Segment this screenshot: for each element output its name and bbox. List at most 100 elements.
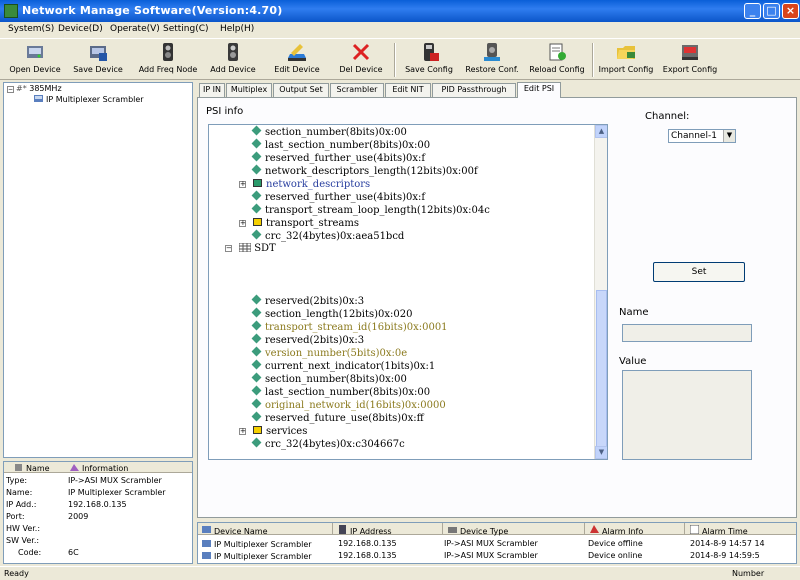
leaf-icon (251, 398, 262, 409)
tree-leaf[interactable]: reserved_further_use(4bits)0x:f (251, 151, 425, 165)
name-label: Name (619, 307, 649, 318)
props-header-info: Information (70, 463, 128, 473)
tree-leaf[interactable]: last_section_number(8bits)0x:00 (251, 385, 430, 399)
value-field[interactable] (622, 370, 752, 460)
folder-icon (253, 218, 262, 226)
tree-leaf[interactable]: reserved_future_use(8bits)0x:ff (251, 411, 424, 425)
tree-leaf[interactable]: reserved(2bits)0x:3 (251, 333, 364, 347)
leaf-icon (251, 125, 262, 136)
leaf-icon (251, 164, 262, 175)
channel-select[interactable]: Channel-1 ▼ (668, 129, 736, 143)
tab-output-set[interactable]: Output Set (273, 83, 329, 97)
close-button[interactable]: × (782, 3, 799, 19)
table-row[interactable]: IP Multiplexer Scrambler 192.168.0.135 I… (198, 538, 796, 550)
tree-leaf[interactable]: last_section_number(8bits)0x:00 (251, 138, 430, 152)
save-device-button[interactable]: Save Device (70, 41, 126, 79)
add-freq-node-icon (163, 43, 173, 61)
table-row[interactable]: IP Multiplexer Scrambler 192.168.0.135 I… (198, 550, 796, 562)
maximize-button[interactable]: □ (763, 3, 780, 19)
tree-node-device[interactable]: IP Multiplexer Scrambler (34, 94, 144, 104)
props-row-hw: HW Ver.: (6, 524, 41, 533)
menu-system[interactable]: System(S) (8, 24, 54, 34)
tree-node-device-label: IP Multiplexer Scrambler (46, 95, 144, 104)
tree-leaf[interactable]: transport_stream_loop_length(12bits)0x:0… (251, 203, 490, 217)
alarm-col-icon (590, 525, 599, 533)
tree-leaf[interactable]: reserved_further_use(4bits)0x:f (251, 190, 425, 204)
props-header-name: Name (14, 463, 50, 473)
tree-leaf[interactable]: original_network_id(16bits)0x:0000 (251, 398, 446, 412)
reload-config-button[interactable]: Reload Config (526, 41, 588, 79)
set-button[interactable]: Set (653, 262, 745, 282)
title-bar[interactable]: Network Manage Software(Version:4.70) _ … (0, 0, 800, 22)
import-config-button[interactable]: Import Config (598, 41, 654, 79)
tree-leaf[interactable]: section_length(12bits)0x:020 (251, 307, 412, 321)
scroll-up-icon[interactable]: ▲ (595, 125, 607, 138)
tab-multiplex[interactable]: Multiplex (226, 83, 272, 97)
collapse-icon[interactable]: − (7, 86, 14, 93)
tree-leaf[interactable]: current_next_indicator(1bits)0x:1 (251, 359, 435, 373)
col-alarm-info[interactable]: Alarm Info (590, 525, 643, 536)
name-field[interactable] (622, 324, 752, 342)
props-row-type: Type: IP->ASI MUX Scrambler (6, 476, 162, 485)
open-device-button[interactable]: Open Device (6, 41, 64, 79)
collapse-icon[interactable]: − (225, 245, 232, 252)
col-alarm-time[interactable]: Alarm Time (690, 525, 748, 536)
psi-tree-scrollbar[interactable]: ▲ ▼ (594, 125, 607, 459)
edit-device-button[interactable]: Edit Device (268, 41, 326, 79)
toolbar-separator (394, 43, 396, 77)
tab-scrambler[interactable]: Scrambler (330, 83, 384, 97)
tab-ip-in[interactable]: IP IN (199, 83, 225, 97)
leaf-icon (251, 138, 262, 149)
channel-label: Channel: (645, 111, 690, 122)
leaf-icon (251, 307, 262, 318)
status-number: Number (732, 569, 765, 578)
scroll-thumb[interactable] (596, 290, 607, 455)
tree-node-freq[interactable]: − #* 385MHz (7, 84, 62, 93)
edit-psi-page: PSI info section_number(8bits)0x:00 last_… (197, 97, 797, 518)
props-row-ip: IP Add.: 192.168.0.135 (6, 500, 127, 509)
tab-pid-passthrough[interactable]: PID Passthrough (432, 83, 516, 97)
expand-icon[interactable]: + (239, 181, 246, 188)
tree-node-freq-label: 385MHz (29, 84, 62, 93)
tree-leaf[interactable]: network_descriptors_length(12bits)0x:00f (251, 164, 478, 178)
tree-node[interactable]: + network_descriptors (239, 178, 370, 191)
open-device-icon (27, 46, 43, 58)
toolbar-separator (592, 43, 594, 77)
del-device-button[interactable]: Del Device (334, 41, 388, 79)
tree-leaf[interactable]: reserved(2bits)0x:3 (251, 294, 364, 308)
export-config-button[interactable]: Export Config (660, 41, 720, 79)
expand-icon[interactable]: + (239, 428, 246, 435)
menu-device[interactable]: Device(D) (58, 24, 103, 34)
tree-node-sdt[interactable]: − SDT (225, 242, 276, 255)
tab-edit-nit[interactable]: Edit NIT (385, 83, 431, 97)
tree-leaf[interactable]: crc_32(4bytes)0x:c304667c (251, 437, 405, 451)
add-freq-node-button[interactable]: Add Freq Node (136, 41, 200, 79)
psi-tree[interactable]: section_number(8bits)0x:00 last_section_n… (208, 124, 608, 460)
add-device-button[interactable]: Add Device (206, 41, 260, 79)
scroll-down-icon[interactable]: ▼ (595, 446, 607, 459)
psi-info-label: PSI info (206, 106, 244, 117)
info-col-icon (70, 464, 79, 471)
col-device-name[interactable]: Device Name (202, 525, 268, 536)
folder-icon (253, 179, 262, 187)
minimize-button[interactable]: _ (744, 3, 761, 19)
device-tree[interactable]: − #* 385MHz IP Multiplexer Scrambler (3, 82, 193, 458)
config-panel: IP IN Multiplex Output Set Scrambler Edi… (197, 82, 797, 518)
main-window: Network Manage Software(Version:4.70) _ … (0, 0, 800, 580)
tree-leaf[interactable]: section_number(8bits)0x:00 (251, 372, 407, 386)
tree-leaf[interactable]: version_number(5bits)0x:0e (251, 346, 407, 360)
chevron-down-icon[interactable]: ▼ (723, 130, 735, 142)
menu-setting[interactable]: Setting(C) (163, 24, 209, 34)
tree-node[interactable]: + services (239, 425, 307, 438)
col-device-type[interactable]: Device Type (448, 525, 508, 536)
menu-help[interactable]: Help(H) (220, 24, 254, 34)
tab-edit-psi[interactable]: Edit PSI (517, 82, 561, 98)
expand-icon[interactable]: + (239, 220, 246, 227)
save-config-button[interactable]: Save Config (402, 41, 456, 79)
col-ip-address[interactable]: IP Address (338, 525, 392, 536)
tree-node[interactable]: + transport_streams (239, 217, 359, 230)
menu-operate[interactable]: Operate(V) (110, 24, 160, 34)
tree-leaf[interactable]: transport_stream_id(16bits)0x:0001 (251, 320, 448, 334)
tree-leaf[interactable]: section_number(8bits)0x:00 (251, 125, 407, 139)
restore-config-button[interactable]: Restore Conf. (462, 41, 522, 79)
